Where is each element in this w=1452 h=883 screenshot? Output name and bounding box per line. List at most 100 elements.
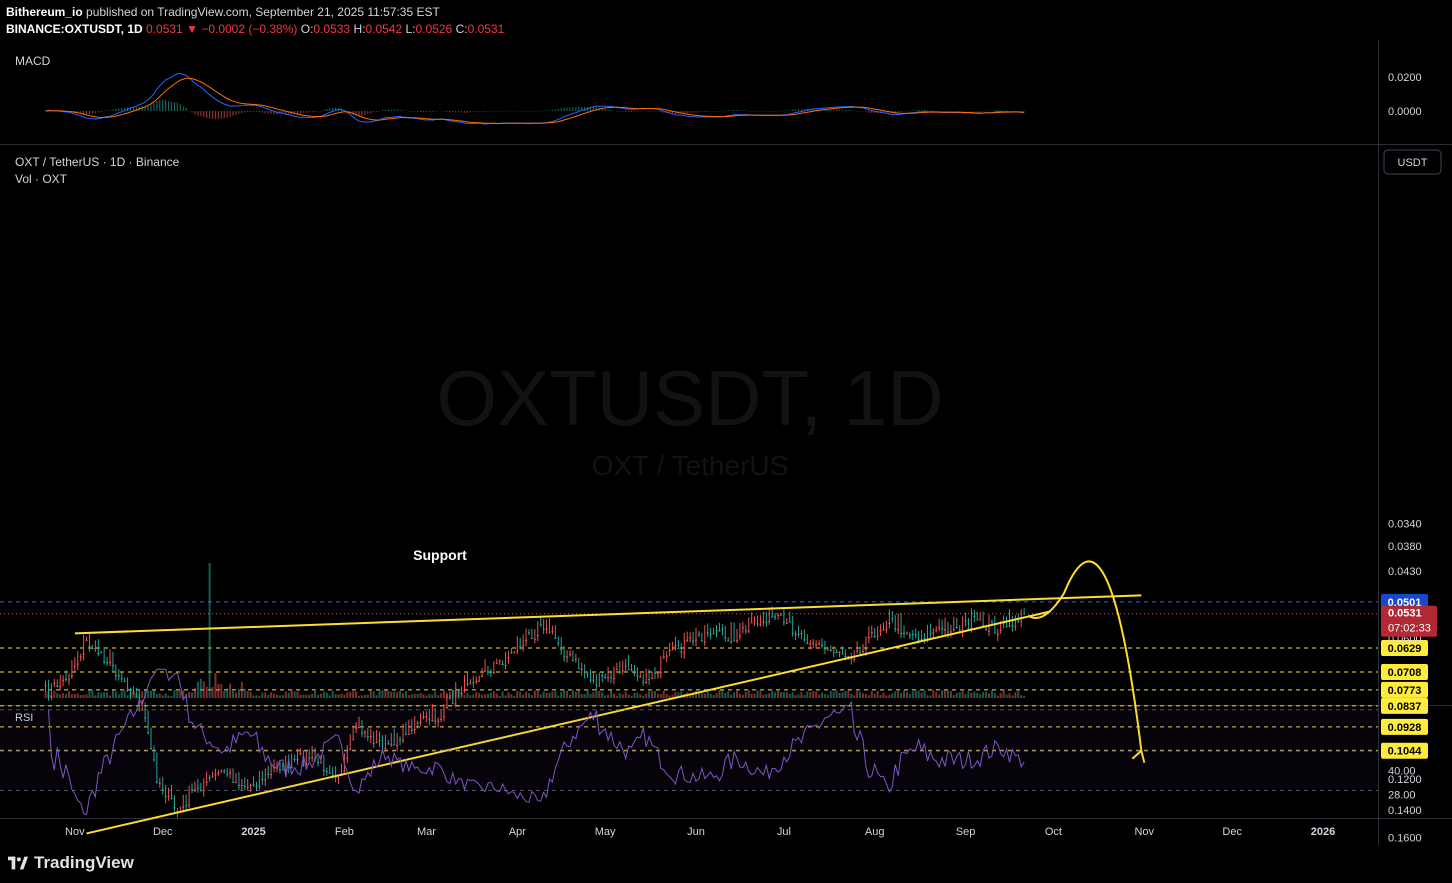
candle-body xyxy=(777,615,780,617)
macd-histogram-bar xyxy=(950,110,952,112)
macd-histogram-bar xyxy=(469,111,471,113)
candle-body xyxy=(680,651,683,653)
macd-histogram-bar xyxy=(525,111,527,112)
volume-bar xyxy=(267,694,270,698)
macd-histogram-bar xyxy=(428,111,430,112)
volume-bar xyxy=(167,695,170,698)
macd-histogram-bar xyxy=(323,109,325,111)
candle-body xyxy=(938,627,941,629)
macd-histogram-bar xyxy=(654,111,656,112)
candle-body xyxy=(100,652,103,654)
volume-bar xyxy=(123,690,126,698)
macd-histogram-bar xyxy=(692,111,694,113)
candle-body xyxy=(949,631,952,633)
author-name[interactable]: Bithereum_io xyxy=(6,5,83,19)
macd-histogram-bar xyxy=(408,111,410,112)
volume-bar xyxy=(325,692,328,698)
volume-bar xyxy=(569,694,571,698)
macd-histogram-bar xyxy=(223,111,225,119)
symbol-name[interactable]: BINANCE:OXTUSDT, 1D xyxy=(6,22,143,36)
volume-bar xyxy=(920,692,923,698)
candle-body xyxy=(132,693,135,695)
macd-histogram-bar xyxy=(1017,110,1019,112)
macd-histogram-bar xyxy=(686,111,688,114)
candle-body xyxy=(835,651,838,653)
candle-body xyxy=(794,634,797,636)
macd-histogram-bar xyxy=(118,108,120,111)
macd-histogram-bar xyxy=(970,111,973,112)
candle-body xyxy=(65,678,68,680)
macd-histogram-bar xyxy=(601,108,603,111)
macd-histogram-bar xyxy=(97,111,99,113)
volume-bar xyxy=(756,690,759,698)
volume-bar xyxy=(905,691,908,698)
candle-body xyxy=(62,679,65,681)
candle-body xyxy=(586,673,589,675)
macd-histogram-bar xyxy=(724,110,726,112)
macd-histogram-bar xyxy=(704,111,706,112)
macd-histogram-bar xyxy=(264,111,266,114)
volume-bar xyxy=(334,694,337,698)
macd-histogram-bar xyxy=(540,110,542,112)
volume-bar xyxy=(108,695,111,698)
macd-histogram-bar xyxy=(167,101,170,111)
macd-histogram-bar xyxy=(484,111,486,112)
volume-bar xyxy=(557,695,560,698)
volume-bar xyxy=(712,694,715,698)
volume-label[interactable]: Vol · OXT xyxy=(15,172,68,186)
macd-histogram-bar xyxy=(1000,110,1002,111)
macd-histogram-bar xyxy=(417,111,419,112)
time-tick-label: Mar xyxy=(417,826,436,838)
volume-bar xyxy=(1002,690,1005,698)
macd-histogram-bar xyxy=(147,105,149,111)
volume-bar xyxy=(859,691,862,698)
volume-bar xyxy=(384,690,387,698)
candle-body xyxy=(903,632,906,634)
volume-bar xyxy=(806,691,809,698)
volume-bar xyxy=(601,692,604,698)
macd-histogram-bar xyxy=(918,110,920,111)
macd-histogram-bar xyxy=(121,108,123,111)
macd-histogram-bar xyxy=(768,111,770,112)
macd-histogram-bar xyxy=(853,110,855,112)
time-tick-label: Nov xyxy=(1134,826,1154,838)
volume-bar xyxy=(393,691,396,698)
macd-histogram-bar xyxy=(422,111,425,113)
candle-body xyxy=(653,672,656,674)
candle-body xyxy=(888,622,891,624)
volume-bar xyxy=(841,692,844,698)
candle-body xyxy=(932,632,935,634)
macd-histogram-bar xyxy=(771,111,773,112)
volume-bar xyxy=(636,692,639,698)
tradingview-logo[interactable]: TradingView xyxy=(8,853,134,873)
chart-canvas[interactable]: OXTUSDT, 1D OXT / TetherUS MACD OXT / Te… xyxy=(0,40,1452,868)
volume-bar xyxy=(580,694,583,698)
macd-histogram-bar xyxy=(378,111,381,112)
symbol-legend: BINANCE:OXTUSDT, 1D 0.0531 ▼ −0.0002 (−0… xyxy=(6,22,504,36)
volume-bar xyxy=(404,690,407,698)
candle-body xyxy=(870,632,873,634)
macd-pane-label[interactable]: MACD xyxy=(15,54,51,68)
macd-histogram-bar xyxy=(250,111,252,112)
volume-bar xyxy=(607,694,610,698)
candle-body xyxy=(900,632,903,634)
main-pane-title[interactable]: OXT / TetherUS · 1D · Binance xyxy=(15,155,180,169)
volume-bar xyxy=(202,681,205,698)
volume-bar xyxy=(700,693,703,698)
time-axis[interactable]: Nov Dec 2025 Feb Mar Apr May Jun Jul Aug Sep Oct Nov… xyxy=(65,826,1335,838)
currency-button-label[interactable]: USDT xyxy=(1398,157,1428,169)
volume-bar xyxy=(240,681,243,698)
volume-bar xyxy=(800,691,803,698)
volume-bar xyxy=(290,690,293,698)
chart-frame[interactable]: OXTUSDT, 1D OXT / TetherUS MACD OXT / Te… xyxy=(0,40,1452,868)
candle-body xyxy=(636,675,639,677)
macd-histogram-bar xyxy=(531,110,533,112)
volume-bar xyxy=(583,694,586,698)
volume-bar xyxy=(117,694,120,698)
candle-body xyxy=(891,618,894,620)
macd-histogram-bar xyxy=(537,110,539,112)
open-value: 0.0533 xyxy=(313,22,351,36)
macd-histogram-bar xyxy=(1005,110,1008,112)
candle-body xyxy=(135,696,138,698)
volume-bar xyxy=(747,690,750,698)
